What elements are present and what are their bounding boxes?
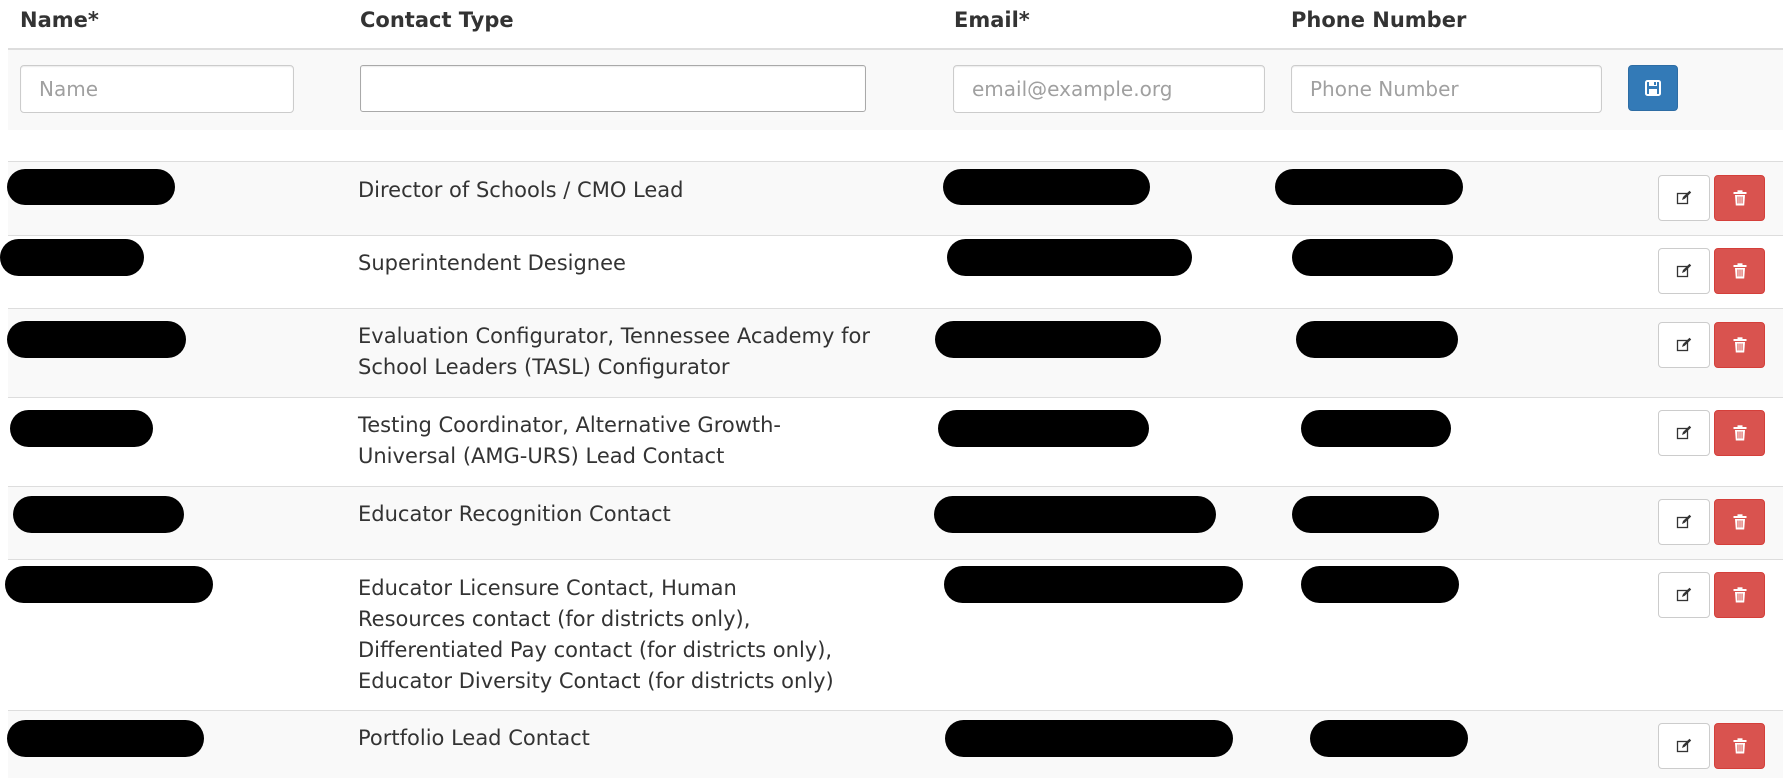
contact-type-text: Superintendent Designee (358, 251, 626, 275)
contact-type-text: Educator Licensure Contact, Human Resour… (358, 576, 834, 693)
phone-input[interactable] (1291, 65, 1602, 113)
redacted-email (934, 496, 1216, 533)
column-header-name: Name* (20, 8, 99, 32)
edit-icon (1676, 337, 1692, 353)
edit-button[interactable] (1658, 248, 1710, 294)
trash-icon (1733, 425, 1747, 441)
edit-icon (1676, 587, 1692, 603)
contact-type-text: Evaluation Configurator, Tennessee Acade… (358, 324, 870, 379)
redacted-name (5, 566, 213, 603)
edit-icon (1676, 738, 1692, 754)
edit-button[interactable] (1658, 499, 1710, 545)
redacted-email (935, 321, 1161, 358)
redacted-name (7, 169, 175, 205)
delete-button[interactable] (1714, 322, 1765, 368)
redacted-phone (1292, 496, 1439, 533)
delete-button[interactable] (1714, 572, 1765, 618)
column-header-phone: Phone Number (1291, 8, 1467, 32)
trash-icon (1733, 738, 1747, 754)
name-input[interactable] (20, 65, 294, 113)
redacted-name (0, 239, 144, 276)
redacted-email (947, 239, 1192, 276)
redacted-name (10, 410, 153, 447)
trash-icon (1733, 514, 1747, 530)
table-row (8, 486, 1783, 559)
contact-type-text: Portfolio Lead Contact (358, 726, 590, 750)
redacted-phone (1292, 239, 1453, 276)
table-row (8, 161, 1783, 235)
table-row (8, 308, 1783, 397)
redacted-name (7, 720, 204, 757)
column-header-contact-type: Contact Type (360, 8, 514, 32)
redacted-email (944, 566, 1243, 603)
column-header-email: Email* (954, 8, 1030, 32)
trash-icon (1733, 337, 1747, 353)
edit-icon (1676, 190, 1692, 206)
redacted-email (945, 720, 1233, 757)
edit-button[interactable] (1658, 322, 1710, 368)
trash-icon (1733, 587, 1747, 603)
save-button[interactable] (1628, 65, 1678, 111)
edit-icon (1676, 514, 1692, 530)
redacted-name (7, 321, 186, 358)
delete-button[interactable] (1714, 723, 1765, 769)
table-row (8, 235, 1783, 308)
redacted-phone (1301, 566, 1459, 603)
edit-icon (1676, 425, 1692, 441)
redacted-email (943, 169, 1150, 205)
redacted-phone (1275, 169, 1463, 205)
email-input[interactable] (953, 65, 1265, 113)
redacted-phone (1296, 321, 1458, 358)
delete-button[interactable] (1714, 248, 1765, 294)
trash-icon (1733, 263, 1747, 279)
redacted-name (13, 496, 184, 533)
delete-button[interactable] (1714, 175, 1765, 221)
edit-button[interactable] (1658, 175, 1710, 221)
redacted-phone (1310, 720, 1468, 757)
edit-button[interactable] (1658, 572, 1710, 618)
table-row (8, 710, 1783, 778)
redacted-email (938, 410, 1149, 447)
contact-type-select[interactable] (360, 65, 866, 112)
delete-button[interactable] (1714, 499, 1765, 545)
save-icon (1645, 80, 1661, 96)
redacted-phone (1301, 410, 1451, 447)
contact-type-text: Testing Coordinator, Alternative Growth-… (358, 413, 782, 468)
contact-type-text: Educator Recognition Contact (358, 502, 671, 526)
trash-icon (1733, 190, 1747, 206)
table-row (8, 397, 1783, 486)
edit-button[interactable] (1658, 410, 1710, 456)
delete-button[interactable] (1714, 410, 1765, 456)
contact-type-text: Director of Schools / CMO Lead (358, 178, 684, 202)
table-row (8, 559, 1783, 710)
edit-button[interactable] (1658, 723, 1710, 769)
edit-icon (1676, 263, 1692, 279)
